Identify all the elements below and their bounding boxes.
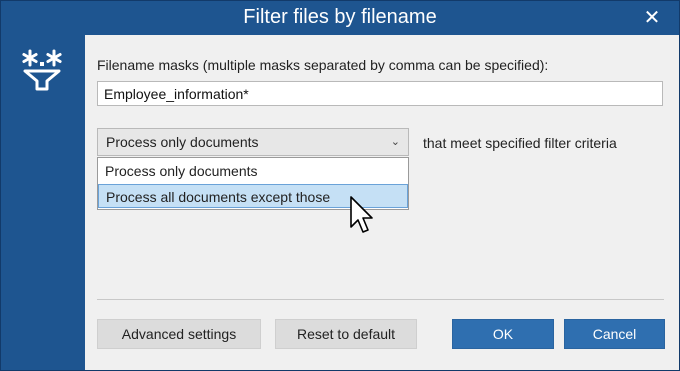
filter-asterisk-icon [22,49,62,91]
advanced-settings-button[interactable]: Advanced settings [97,319,261,349]
criteria-text: that meet specified filter criteria [423,135,617,151]
masks-label: Filename masks (multiple masks separated… [97,57,549,73]
dialog-content: Filename masks (multiple masks separated… [85,35,679,370]
ok-button[interactable]: OK [452,319,554,349]
dropdown-option-process-only[interactable]: Process only documents [98,159,408,183]
mode-select-value: Process only documents [106,134,259,150]
mode-select[interactable]: Process only documents ⌄ [97,128,409,156]
cancel-button[interactable]: Cancel [564,319,665,349]
left-icon-panel [1,35,85,370]
dialog-title: Filter files by filename [243,6,437,28]
filter-dialog: Filter files by filename ✕ Filename mask… [0,0,680,371]
reset-default-button[interactable]: Reset to default [275,319,417,349]
close-button[interactable]: ✕ [639,5,665,31]
masks-input[interactable] [97,81,663,106]
chevron-down-icon: ⌄ [390,136,400,148]
mouse-pointer-icon [350,196,373,233]
close-icon: ✕ [643,7,661,29]
divider [97,299,664,300]
title-bar: Filter files by filename ✕ [1,1,679,35]
